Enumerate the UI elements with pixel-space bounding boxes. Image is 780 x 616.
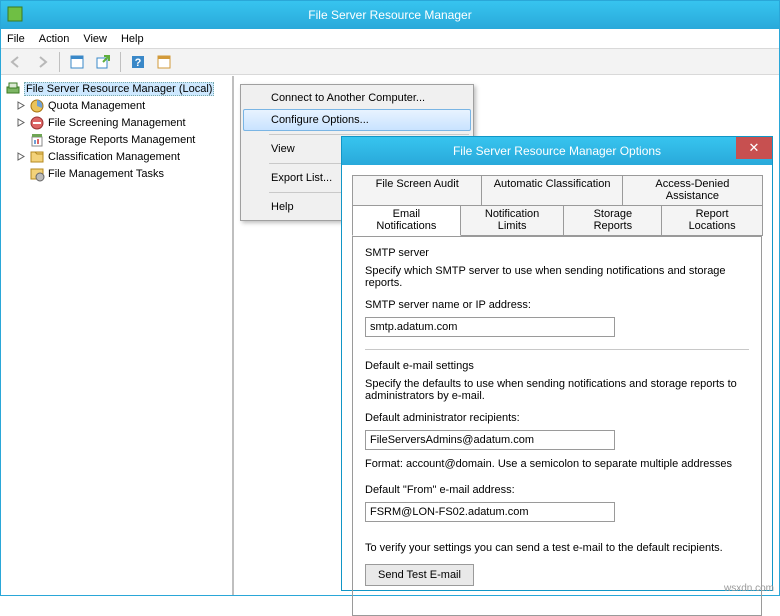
- send-test-email-button[interactable]: Send Test E-mail: [365, 564, 474, 586]
- tree-filetasks[interactable]: File Management Tasks: [3, 165, 230, 182]
- cm-configure[interactable]: Configure Options...: [243, 109, 471, 131]
- tree-storage-label: Storage Reports Management: [48, 134, 195, 146]
- screening-icon: [29, 115, 45, 131]
- expand-icon[interactable]: [17, 118, 26, 127]
- tree-pane: File Server Resource Manager (Local) Quo…: [1, 76, 233, 595]
- toolbar-separator: [59, 52, 60, 72]
- defaults-header: Default e-mail settings: [365, 360, 749, 372]
- close-icon: ✕: [749, 140, 760, 156]
- verify-text: To verify your settings you can send a t…: [365, 542, 749, 554]
- toolbar-forward-button[interactable]: [31, 51, 53, 73]
- smtp-header: SMTP server: [365, 247, 749, 259]
- menu-action[interactable]: Action: [39, 33, 70, 45]
- tree-classification[interactable]: Classification Management: [3, 148, 230, 165]
- email-tab-panel: SMTP server Specify which SMTP server to…: [352, 236, 762, 616]
- smtp-label: SMTP server name or IP address:: [365, 299, 749, 311]
- expand-icon[interactable]: [17, 152, 26, 161]
- menu-help[interactable]: Help: [121, 33, 144, 45]
- cm-connect[interactable]: Connect to Another Computer...: [243, 87, 471, 109]
- options-dialog: File Server Resource Manager Options ✕ F…: [341, 136, 773, 591]
- menu-file[interactable]: File: [7, 33, 25, 45]
- tab-storage-reports[interactable]: Storage Reports: [563, 205, 662, 236]
- tab-notification-limits[interactable]: Notification Limits: [460, 205, 565, 236]
- tab-file-screen-audit[interactable]: File Screen Audit: [352, 175, 482, 206]
- menu-view[interactable]: View: [83, 33, 107, 45]
- window-title: File Server Resource Manager: [308, 8, 471, 22]
- classification-icon: [29, 149, 45, 165]
- toolbar-separator: [120, 52, 121, 72]
- format-hint: Format: account@domain. Use a semicolon …: [365, 458, 749, 470]
- tree-root-label: File Server Resource Manager (Local): [24, 82, 214, 96]
- defaults-help: Specify the defaults to use when sending…: [365, 378, 749, 402]
- filetasks-icon: [29, 166, 45, 182]
- app-icon: [7, 6, 23, 22]
- server-icon: [5, 81, 21, 97]
- admin-label: Default administrator recipients:: [365, 412, 749, 424]
- smtp-input[interactable]: [365, 317, 615, 337]
- tree-classification-label: Classification Management: [48, 151, 180, 163]
- svg-text:?: ?: [135, 57, 142, 69]
- menu-bar: File Action View Help: [1, 29, 779, 49]
- storage-icon: [29, 132, 45, 148]
- main-title-bar: File Server Resource Manager: [1, 1, 779, 29]
- from-address-input[interactable]: [365, 502, 615, 522]
- tree-quota[interactable]: Quota Management: [3, 97, 230, 114]
- toolbar-back-button[interactable]: [5, 51, 27, 73]
- smtp-help: Specify which SMTP server to use when se…: [365, 265, 749, 289]
- tab-report-locations[interactable]: Report Locations: [661, 205, 763, 236]
- expand-icon[interactable]: [17, 101, 26, 110]
- tab-email-notifications[interactable]: Email Notifications: [352, 205, 461, 236]
- tab-access-denied[interactable]: Access-Denied Assistance: [622, 175, 763, 206]
- from-label: Default "From" e-mail address:: [365, 484, 749, 496]
- toolbar: ?: [1, 49, 779, 75]
- toolbar-properties-button[interactable]: [66, 51, 88, 73]
- separator: [365, 349, 749, 350]
- quota-icon: [29, 98, 45, 114]
- cm-separator: [269, 134, 469, 135]
- tree-screening[interactable]: File Screening Management: [3, 114, 230, 131]
- toolbar-view-button[interactable]: [153, 51, 175, 73]
- tree-screening-label: File Screening Management: [48, 117, 186, 129]
- tree-quota-label: Quota Management: [48, 100, 145, 112]
- dialog-title-bar: File Server Resource Manager Options ✕: [342, 137, 772, 165]
- tree-root[interactable]: File Server Resource Manager (Local): [3, 80, 230, 97]
- toolbar-help-button[interactable]: ?: [127, 51, 149, 73]
- watermark: wsxdn.com: [724, 583, 774, 594]
- toolbar-export-button[interactable]: [92, 51, 114, 73]
- admin-recipients-input[interactable]: [365, 430, 615, 450]
- tree-storage[interactable]: Storage Reports Management: [3, 131, 230, 148]
- tab-automatic-classification[interactable]: Automatic Classification: [481, 175, 622, 206]
- dialog-title: File Server Resource Manager Options: [453, 144, 661, 158]
- tree-filetasks-label: File Management Tasks: [48, 168, 164, 180]
- close-button[interactable]: ✕: [736, 137, 772, 159]
